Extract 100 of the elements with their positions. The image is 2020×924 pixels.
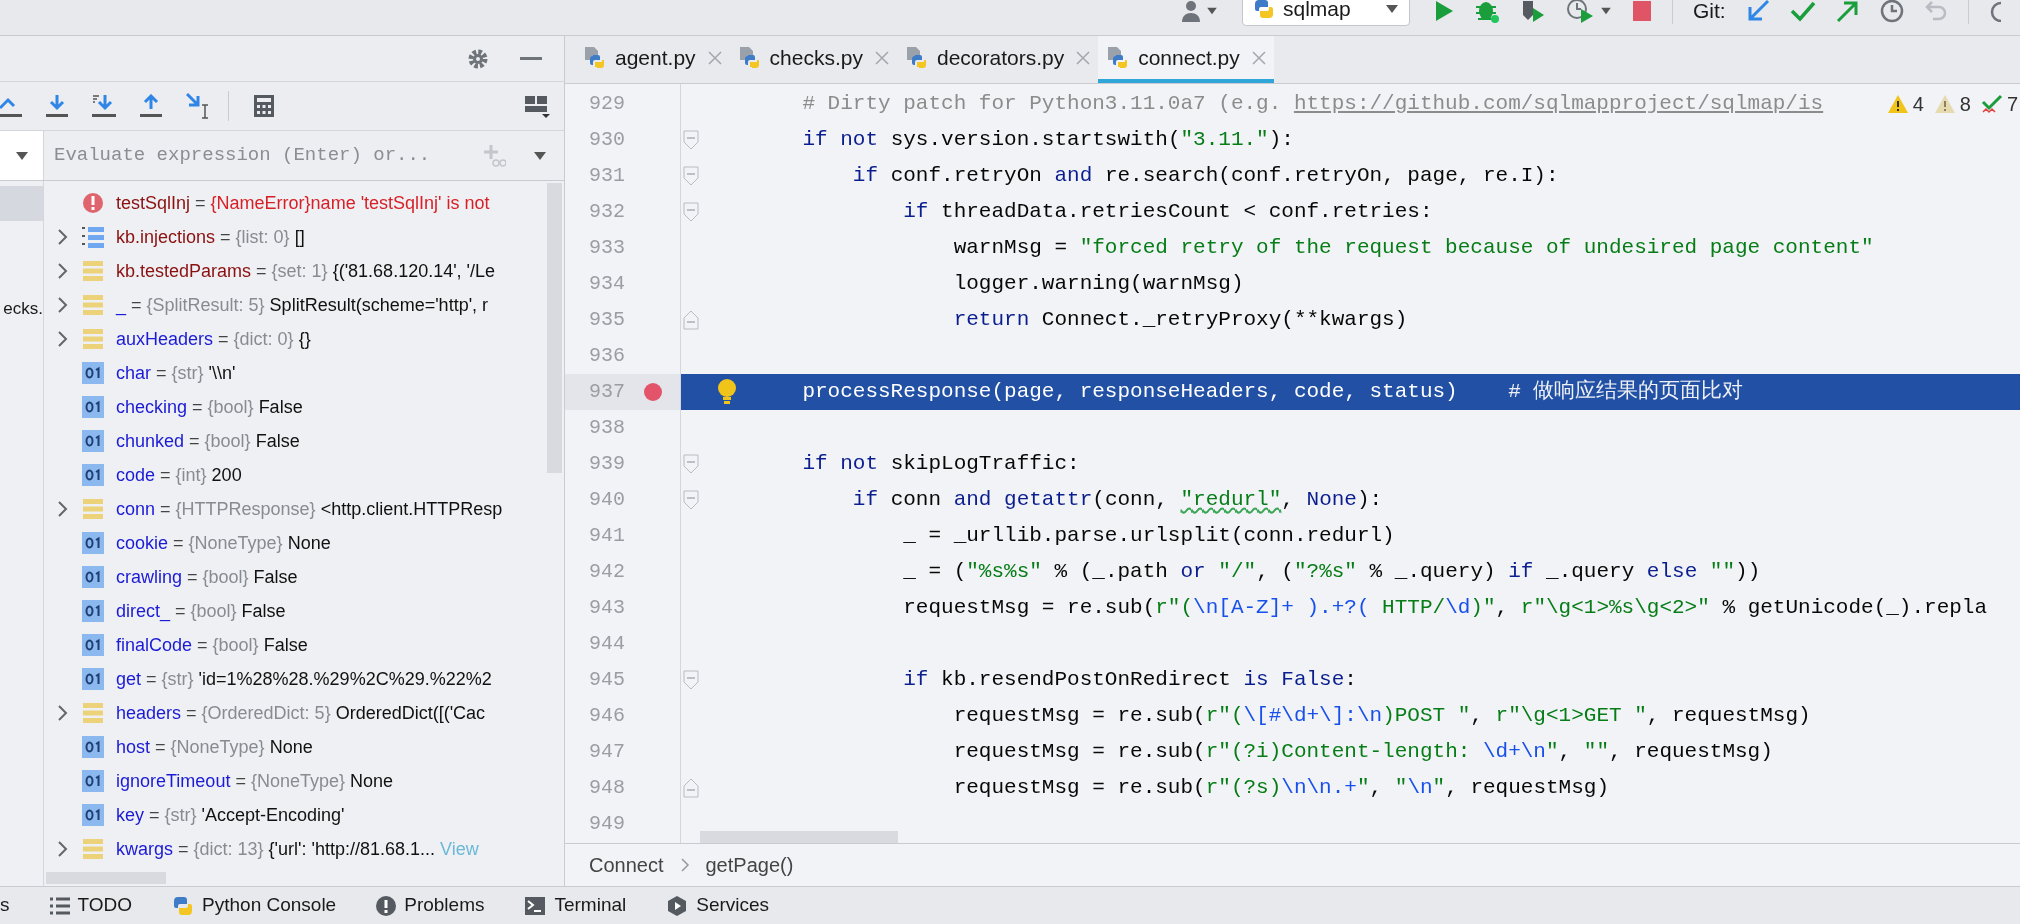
variable-entry: direct_ = {bool} False: [116, 599, 286, 624]
tool-window-button[interactable]: Terminal: [524, 891, 627, 920]
variable-entry: get = {str} 'id=1%28%28.%29%2C%29.%22%2: [116, 667, 492, 691]
expand-chevron-icon[interactable]: [57, 704, 69, 722]
profile-run-icon[interactable]: [1566, 0, 1594, 24]
file-tab[interactable]: agent.py: [575, 36, 730, 83]
error-icon: [82, 192, 104, 214]
expand-chevron-icon[interactable]: [57, 330, 69, 348]
code-line: if kb.resendPostOnRedirect is False:: [902, 667, 1357, 694]
history-clock-icon[interactable]: [1879, 0, 1904, 23]
hexagon-play-icon: [666, 894, 689, 917]
breadcrumb-item[interactable]: getPage(): [705, 850, 794, 880]
frames-dropdown[interactable]: [0, 131, 44, 180]
user-icon[interactable]: [1180, 0, 1202, 22]
file-tab[interactable]: decorators.py: [896, 36, 1099, 83]
minimize-icon[interactable]: [520, 56, 542, 61]
push-arrow-icon[interactable]: [1835, 0, 1860, 23]
list-icon: [49, 896, 70, 915]
variable-entry: chunked = {bool} False: [116, 429, 300, 453]
code-line: return Connect._retryProxy(**kwargs): [952, 307, 1408, 334]
layout-icon[interactable]: [524, 94, 550, 118]
stacked-bars-icon: [82, 702, 104, 724]
close-icon[interactable]: [1251, 50, 1266, 65]
code-line: requestMsg = re.sub(r"(\n[A-Z]+ ).+?( HTTP/\d)", r"\g<1>%s\g<2>" % getUnicode(_).repla: [902, 595, 1988, 622]
tool-window-button[interactable]: Problems: [376, 891, 485, 920]
code-line: warnMsg = "forced retry of the request because of undesired page content": [952, 235, 1874, 262]
caret-icon: [532, 150, 548, 161]
numbered-list-icon: [81, 225, 105, 249]
horizontal-scrollbar[interactable]: [700, 831, 898, 843]
fold-marker-icon[interactable]: [683, 454, 699, 474]
variable-entry: cookie = {NoneType} None: [116, 531, 331, 555]
code-line: # Dirty patch for Python3.11.0a7 (e.g. https://github.com/sqlmapproject/sqlmap/is: [801, 91, 1824, 118]
run-configuration-dropdown[interactable]: sqlmap: [1242, 0, 1410, 26]
stacked-bars-icon: [82, 838, 104, 860]
step-out-icon[interactable]: [140, 94, 162, 118]
code-line: requestMsg = re.sub(r"(\[#\d+\]:\n)POST ", r"\g<1>GET ", requestMsg): [952, 703, 1811, 730]
run-to-cursor-icon[interactable]: [186, 93, 210, 119]
primitive-value-icon: [82, 464, 104, 486]
lightbulb-icon[interactable]: [717, 379, 737, 405]
fold-marker-icon[interactable]: [683, 166, 699, 186]
line-number: 948: [588, 775, 625, 801]
run-icon[interactable]: [1434, 0, 1454, 22]
exclamation-icon: [376, 895, 397, 916]
line-number: 929: [588, 91, 625, 117]
expand-chevron-icon[interactable]: [57, 500, 69, 518]
code-line: _ = ("%s%s" % (_.path or "/", ("?%s" % _.query) if _.query else "")): [902, 559, 1761, 586]
warning-icon[interactable]: [1886, 94, 1909, 114]
fold-marker-icon[interactable]: [683, 130, 699, 150]
close-icon[interactable]: [1076, 50, 1091, 65]
code-line: if conf.retryOn and re.search(conf.retryOn, page, re.I):: [851, 163, 1559, 190]
expand-chevron-icon[interactable]: [57, 228, 69, 246]
variable-entry: _ = {SplitResult: 5} SplitResult(scheme='http', r: [116, 293, 489, 318]
debug-bug-icon[interactable]: [1474, 0, 1500, 24]
expand-chevron-icon[interactable]: [57, 262, 69, 280]
tool-window-button[interactable]: Services: [666, 891, 770, 920]
variable-entry: ignoreTimeout = {NoneType} None: [116, 769, 394, 793]
expand-chevron-icon[interactable]: [57, 296, 69, 314]
variable-entry: finalCode = {bool} False: [116, 633, 308, 657]
variable-entry: host = {NoneType} None: [116, 735, 313, 759]
step-into-my-code-icon[interactable]: [92, 94, 116, 118]
python-file-icon: [583, 45, 607, 70]
code-line: requestMsg = re.sub(r"(?i)Content-length: \d+\n", "", requestMsg): [952, 739, 1773, 766]
coverage-run-icon[interactable]: [1520, 0, 1546, 24]
fold-marker-icon[interactable]: [683, 310, 699, 330]
fold-marker-icon[interactable]: [683, 778, 699, 798]
file-tab[interactable]: connect.py: [1098, 36, 1274, 83]
git-label: Git:: [1693, 0, 1726, 25]
calculator-icon[interactable]: [253, 94, 275, 118]
close-icon[interactable]: [874, 50, 889, 65]
step-into-icon[interactable]: [46, 94, 68, 118]
line-number: 939: [588, 451, 625, 477]
line-number: 938: [588, 415, 625, 441]
line-number: 936: [588, 343, 625, 369]
variable-entry: auxHeaders = {dict: 0} {}: [116, 327, 311, 351]
fold-marker-icon[interactable]: [683, 670, 699, 690]
expand-chevron-icon[interactable]: [57, 840, 69, 858]
fold-marker-icon[interactable]: [683, 490, 699, 510]
commit-check-icon[interactable]: [1789, 0, 1816, 22]
variable-entry: kwargs = {dict: 13} {'url': 'http://81.68.1... View: [116, 837, 479, 861]
line-number: 945: [588, 667, 625, 693]
tool-window-button[interactable]: TODO: [49, 891, 133, 920]
primitive-value-icon: [82, 770, 104, 792]
primitive-value-icon: [82, 600, 104, 622]
tool-window-button[interactable]: Python Console: [172, 891, 337, 920]
caret-icon: [1600, 7, 1612, 15]
breakpoint-icon[interactable]: [643, 383, 662, 401]
tool-window-button[interactable]: s: [0, 891, 10, 920]
file-tab[interactable]: checks.py: [729, 36, 897, 83]
code-line: if conn and getattr(conn, "redurl", None):: [851, 487, 1383, 514]
python-file-icon: [904, 45, 929, 70]
variable-entry: checking = {bool} False: [116, 395, 303, 419]
frame-label[interactable]: ecks.: [3, 295, 43, 322]
line-number: 937: [588, 379, 625, 405]
close-icon[interactable]: [707, 50, 722, 65]
code-line: logger.warning(warnMsg): [952, 271, 1244, 298]
breadcrumb-item[interactable]: Connect: [589, 850, 664, 880]
fold-marker-icon[interactable]: [683, 202, 699, 222]
typo-check-icon[interactable]: [1980, 94, 2003, 114]
stop-icon[interactable]: [1632, 0, 1652, 22]
caret-icon: [1385, 4, 1399, 14]
